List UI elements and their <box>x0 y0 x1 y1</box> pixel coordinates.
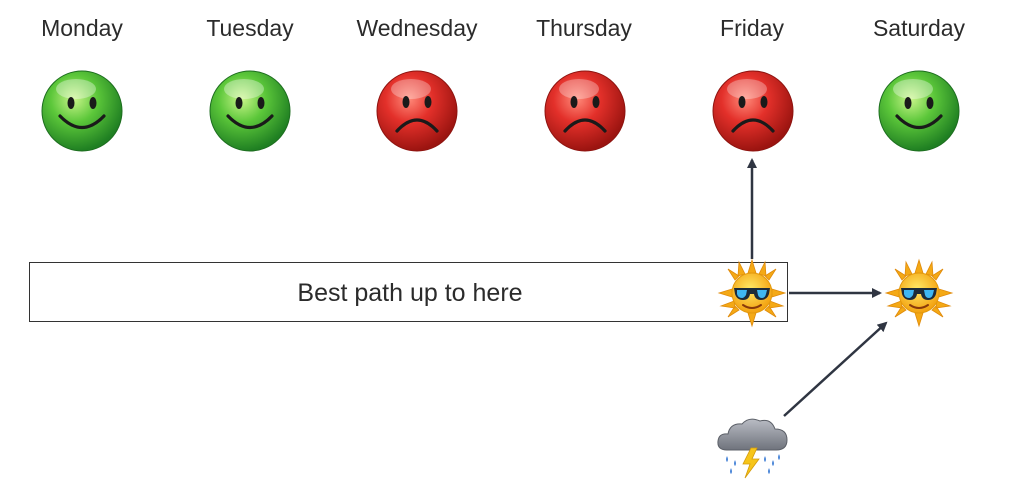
sun-with-sunglasses-icon <box>717 258 787 328</box>
arrow-storm-to-sun <box>783 321 888 417</box>
sun-with-sunglasses-icon <box>884 258 954 328</box>
connection-arrows <box>747 158 888 417</box>
thunderstorm-cloud-icon <box>713 412 793 482</box>
